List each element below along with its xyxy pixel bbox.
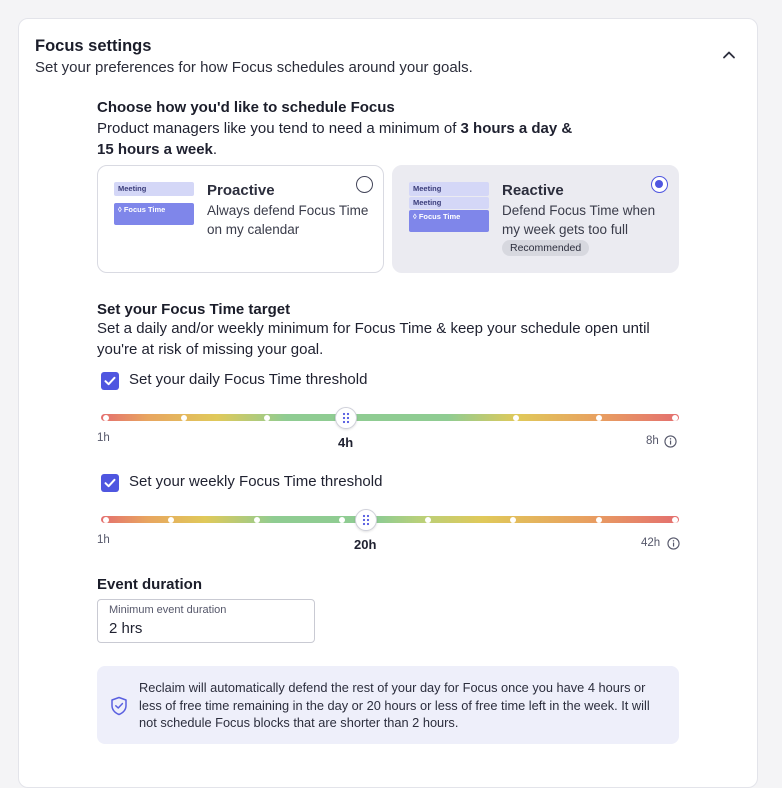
schedule-body-period: . [212,141,218,158]
reactive-radio[interactable] [651,176,668,193]
reactive-thumbnail: Meeting Meeting ◊ Focus Time [409,182,489,232]
slider-step-dot [339,516,345,523]
target-title: Set your Focus Time target [97,301,291,318]
page-title: Focus settings [35,37,152,55]
page-subtitle: Set your preferences for how Focus sched… [35,59,473,76]
info-icon[interactable] [667,537,680,550]
duration-title: Event duration [97,576,203,593]
recommended-badge: Recommended [502,240,590,256]
weekly-max-label: 42h [641,537,661,549]
target-section: Set your Focus Time target Set a daily a… [97,301,682,360]
shield-icon: ◊ [118,205,122,214]
thumb-meeting-block: Meeting [114,182,194,196]
thumb-focus-label: Focus Time [123,205,166,214]
daily-max-label: 8h [646,435,659,447]
shield-icon: ◊ [413,212,417,221]
daily-threshold-checkbox[interactable] [101,372,119,390]
option-name: Proactive [207,182,275,199]
slider-step-dot [181,414,187,421]
chevron-up-icon[interactable] [719,45,739,65]
slider-step-dot [425,516,431,523]
schedule-section: Choose how you'd like to schedule Focus … [97,99,682,160]
daily-minimum-text: 3 hours a day & [460,120,573,137]
slider-step-dot [103,414,109,421]
daily-min-label: 1h [97,432,110,444]
weekly-value-label: 20h [354,537,377,552]
proactive-radio[interactable] [356,176,373,193]
thumb-focus-block: ◊ Focus Time [114,203,194,225]
field-label: Minimum event duration [109,604,227,616]
daily-slider-handle[interactable] [335,407,357,429]
duration-section: Event duration [97,576,682,593]
slider-step-dot [596,516,602,523]
drag-grip-icon [342,412,350,424]
slider-step-dot [103,516,109,523]
option-name: Reactive [502,182,564,199]
info-note: Reclaim will automatically defend the re… [97,666,679,744]
schedule-title: Choose how you'd like to schedule Focus [97,99,395,116]
daily-value-label: 4h [338,435,354,450]
drag-grip-icon [362,514,370,526]
target-body: Set a daily and/or weekly minimum for Fo… [97,320,650,358]
weekly-threshold-label: Set your weekly Focus Time threshold [129,473,383,490]
option-proactive[interactable]: Meeting ◊ Focus Time Proactive Always de… [97,165,384,273]
thumb-focus-block: ◊ Focus Time [409,210,489,232]
slider-step-dot [672,414,678,421]
thumb-focus-label: Focus Time [418,212,461,221]
weekly-slider-track[interactable] [101,516,679,523]
option-reactive[interactable]: Meeting Meeting ◊ Focus Time Reactive De… [392,165,679,273]
weekly-min-label: 1h [97,534,110,546]
shield-check-icon [111,696,127,716]
weekly-minimum-text: 15 hours a week [97,141,213,158]
info-icon[interactable] [664,435,677,448]
daily-slider-track[interactable] [101,414,679,421]
minimum-duration-field[interactable]: Minimum event duration 2 hrs [97,599,315,643]
proactive-thumbnail: Meeting ◊ Focus Time [114,182,194,225]
slider-step-dot [596,414,602,421]
focus-settings-card: Focus settings Set your preferences for … [18,18,758,788]
note-text: Reclaim will automatically defend the re… [139,680,650,730]
slider-step-dot [672,516,678,523]
option-description: Always defend Focus Time on my calendar [207,203,369,237]
thumb-meeting-block-2: Meeting [409,197,489,209]
slider-step-dot [254,516,260,523]
option-description: Defend Focus Time when my week gets too … [502,203,656,237]
slider-step-dot [513,414,519,421]
weekly-slider-handle[interactable] [355,509,377,531]
slider-step-dot [168,516,174,523]
weekly-threshold-checkbox[interactable] [101,474,119,492]
slider-step-dot [264,414,270,421]
field-value[interactable]: 2 hrs [109,620,142,637]
daily-threshold-label: Set your daily Focus Time threshold [129,371,368,388]
thumb-meeting-block: Meeting [409,182,489,196]
schedule-body-text: Product managers like you tend to need a… [97,120,461,137]
slider-step-dot [510,516,516,523]
schedule-body: Product managers like you tend to need a… [97,118,682,160]
